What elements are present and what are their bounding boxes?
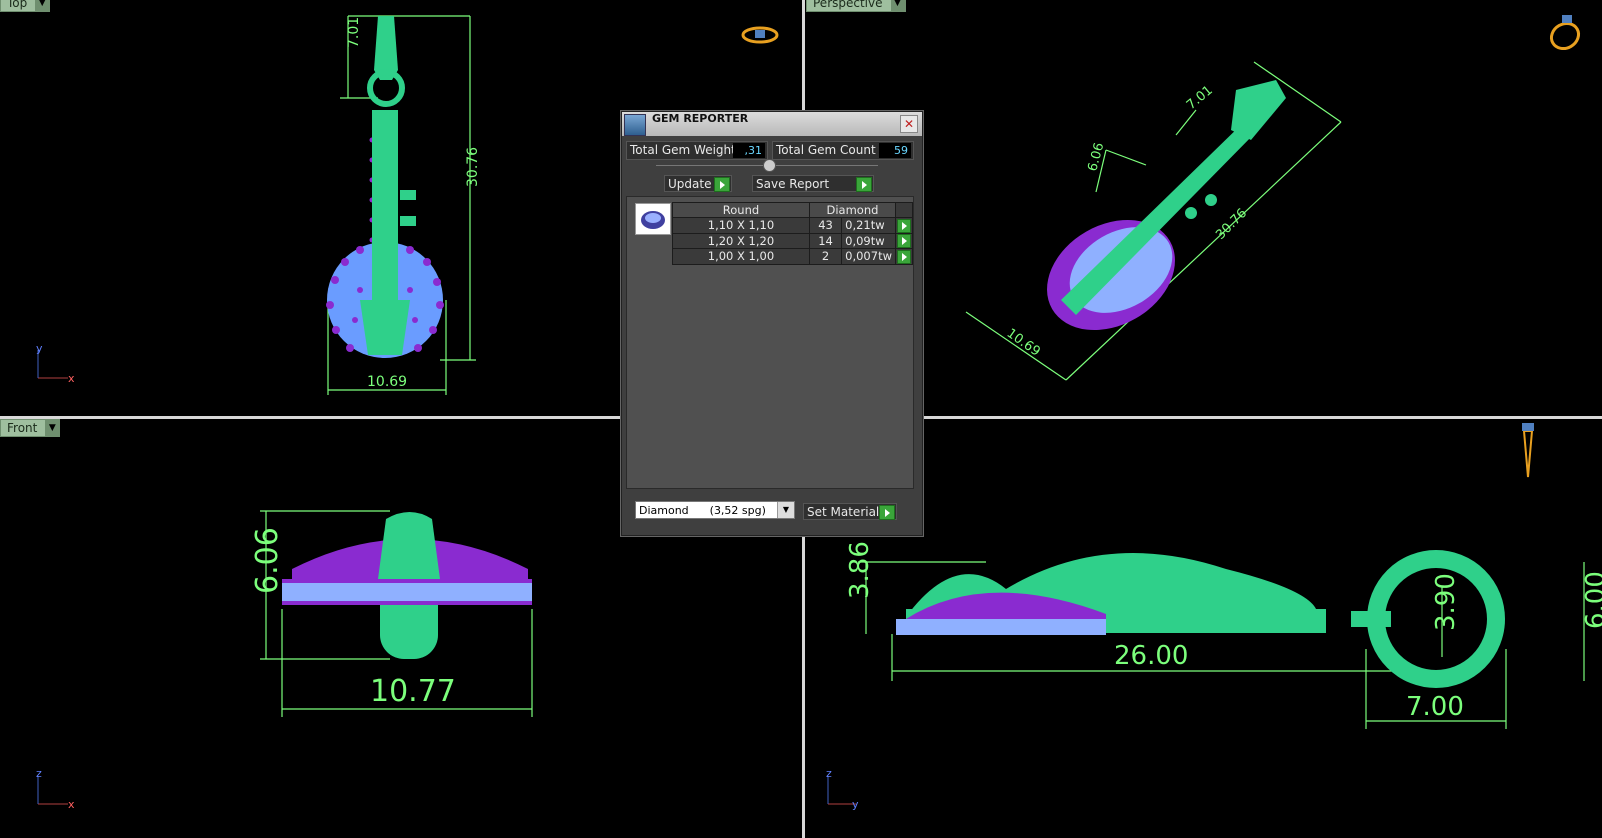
dim-persp-d: 10.69 <box>1004 326 1043 360</box>
play-icon <box>879 505 895 520</box>
dialog-titlebar[interactable]: GEM REPORTER ✕ <box>622 112 922 136</box>
gem-count: 14 <box>808 232 843 249</box>
dim-top-upper: 7.01 <box>346 17 362 48</box>
set-material-button-label: Set Material <box>807 505 880 519</box>
total-gem-count-label: Total Gem Count <box>776 143 876 157</box>
dim-right-loop-width: 7.00 <box>1406 692 1464 722</box>
gem-size: 1,10 X 1,10 <box>672 217 810 234</box>
total-gem-weight-value: ,31 <box>733 143 765 158</box>
total-gem-weight-field: Total Gem Weight ,31 <box>626 141 768 160</box>
total-gem-count-field: Total Gem Count 59 <box>772 141 914 160</box>
set-material-button[interactable]: Set Material <box>803 503 897 520</box>
axis-z-label: z <box>826 767 832 780</box>
perspective-view-drawing: 7.01 6.06 30.76 10.69 <box>965 15 1581 381</box>
dim-front-width: 10.77 <box>370 674 456 709</box>
gem-reporter-dialog: GEM REPORTER ✕ Total Gem Weight ,31 Tota… <box>621 111 923 536</box>
gem-reporter-icon <box>624 114 646 136</box>
dim-right-height-left: 3.86 <box>845 541 875 599</box>
play-icon <box>856 177 872 192</box>
gem-size: 1,00 X 1,00 <box>672 248 810 265</box>
gem-table: Round Diamond 1,10 X 1,10 43 0,21tw 1,20… <box>672 202 914 265</box>
dim-front-height: 6.06 <box>250 527 285 594</box>
header-spacer <box>894 202 914 218</box>
round-gem-icon <box>635 203 671 235</box>
table-row[interactable]: 1,00 X 1,00 2 0,007tw <box>672 248 914 265</box>
view-cube-icon <box>1522 423 1534 478</box>
total-gem-weight-label: Total Gem Weight <box>630 143 736 157</box>
dim-right-loop-inner: 3.90 <box>1431 573 1461 631</box>
dim-persp-b: 6.06 <box>1085 141 1107 173</box>
save-report-button[interactable]: Save Report <box>752 175 874 192</box>
play-icon <box>714 177 730 192</box>
dim-right-length: 26.00 <box>1114 641 1188 671</box>
update-button[interactable]: Update <box>664 175 732 192</box>
axis-x-label: x <box>68 372 75 385</box>
table-row[interactable]: 1,10 X 1,10 43 0,21tw <box>672 217 914 234</box>
gem-weight: 0,09tw <box>841 232 896 249</box>
view-cube-icon <box>1549 15 1581 51</box>
axis-z-label: z <box>36 767 42 780</box>
column-header-material: Diamond <box>808 202 896 218</box>
gem-weight: 0,007tw <box>841 248 896 265</box>
gem-size: 1,20 X 1,20 <box>672 232 810 249</box>
material-select-value: Diamond (3,52 spg) <box>639 504 766 517</box>
axis-y-label: y <box>36 342 43 355</box>
gem-weight: 0,21tw <box>841 217 896 234</box>
viewport-perspective[interactable]: Perspective ▼ 7.01 6.06 30.76 10.69 <box>806 0 1602 417</box>
total-gem-count-value: 59 <box>879 143 911 158</box>
dialog-title: GEM REPORTER <box>652 112 749 125</box>
right-view-drawing: 3.86 26.00 3.90 6.00 7.00 z y <box>826 423 1602 811</box>
axis-y-label: y <box>852 798 859 811</box>
material-select[interactable]: Diamond (3,52 spg) ▼ <box>635 501 795 519</box>
dim-persp-c: 30.76 <box>1213 206 1250 243</box>
play-icon[interactable] <box>896 234 911 248</box>
table-row[interactable]: 1,20 X 1,20 14 0,09tw <box>672 232 914 249</box>
play-icon[interactable] <box>896 249 911 264</box>
viewport-right[interactable]: 3.86 26.00 3.90 6.00 7.00 z y <box>806 419 1602 838</box>
play-icon[interactable] <box>896 218 911 233</box>
dim-top-width: 10.69 <box>367 374 407 390</box>
view-cube-icon <box>741 26 779 44</box>
close-button[interactable]: ✕ <box>900 115 918 133</box>
dim-right-loop-height: 6.00 <box>1581 571 1602 629</box>
save-report-button-label: Save Report <box>756 177 830 191</box>
dim-persp-a: 7.01 <box>1184 83 1216 113</box>
gem-count: 2 <box>808 248 843 265</box>
update-button-label: Update <box>668 177 712 191</box>
gem-list-panel: Round Diamond 1,10 X 1,10 43 0,21tw 1,20… <box>626 196 914 489</box>
column-header-shape: Round <box>672 202 810 218</box>
chevron-down-icon[interactable]: ▼ <box>777 502 794 518</box>
axis-x-label: x <box>68 798 75 811</box>
collapse-toggle-icon[interactable] <box>763 159 776 172</box>
dim-top-total: 30.76 <box>465 147 481 187</box>
gem-count: 43 <box>808 217 843 234</box>
